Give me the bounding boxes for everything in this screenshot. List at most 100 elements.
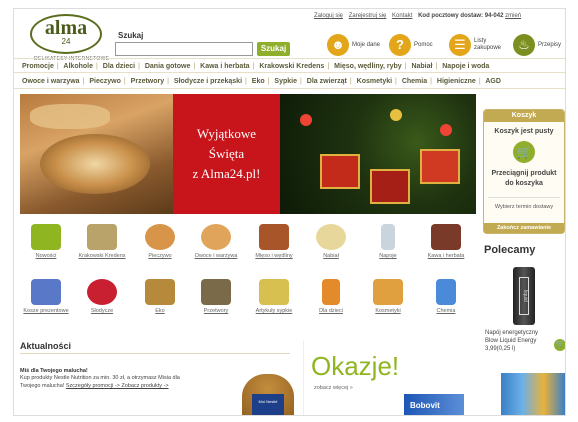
drinks-icon	[381, 224, 395, 250]
product-description[interactable]: Napój energetyczny Blow Liquid Energy 3,…	[485, 329, 538, 353]
help-label: Pomoc	[414, 42, 433, 48]
nav-item[interactable]: Mięso, wędliny, ryby	[334, 63, 402, 70]
cart-title: Koszyk	[484, 110, 564, 122]
cosmetics-icon	[373, 279, 403, 305]
category-nav-2: Owoce i warzywa | Pieczywo | Przetwory | Sł…	[14, 74, 565, 89]
category-tile[interactable]: Kawa i herbata	[420, 224, 472, 259]
recommended-heading: Polecamy	[484, 244, 536, 256]
search-label: Szukaj	[118, 31, 144, 40]
category-tile[interactable]: Kosze prezentowe	[20, 279, 72, 314]
category-tile[interactable]: Przetwory	[190, 279, 242, 314]
nav-item[interactable]: Słodycze i przekąski	[174, 78, 242, 85]
category-tile[interactable]: Pieczywo	[134, 224, 186, 259]
meat-icon	[259, 224, 289, 250]
logo-name: alma	[44, 17, 88, 39]
dairy-icon	[316, 224, 346, 250]
nav-item[interactable]: Kawa i herbata	[200, 63, 249, 70]
nav-item[interactable]: Przetwory	[131, 78, 164, 85]
hero-line-1: Wyjątkowe	[196, 126, 257, 141]
sweets-icon	[87, 279, 117, 305]
nav-item[interactable]: Dania gotowe	[145, 63, 191, 70]
my-data-button[interactable]: ☻ Moje dane	[327, 31, 380, 59]
nav-item[interactable]: Alkohole	[63, 63, 93, 70]
hero-gifts-image	[280, 94, 476, 214]
nav-item[interactable]: Napoje i woda	[442, 63, 489, 70]
cart-drag-line-2: do koszyka	[505, 180, 543, 187]
nav-item[interactable]: Krakowski Kredens	[259, 63, 324, 70]
category-tile[interactable]: Owoce i warzywa	[190, 224, 242, 259]
product-image[interactable]: liquid	[513, 267, 535, 325]
nav-item[interactable]: Dla dzieci	[103, 63, 135, 70]
shopping-lists-label: Listy zakupowe	[474, 38, 502, 51]
category-tile[interactable]: Nabiał	[305, 224, 357, 259]
cart-empty-text: Koszyk jest pusty	[494, 128, 554, 135]
hero-line-3: z Alma24.pl!	[192, 166, 261, 181]
baby-food-icon	[322, 279, 340, 305]
delivery-term-link[interactable]: Wybierz termin dostawy	[488, 197, 560, 210]
hero-banner[interactable]: Wyjątkowe Święta z Alma24.pl!	[20, 94, 476, 214]
nav-item[interactable]: Promocje	[22, 63, 54, 70]
hero-food-image	[20, 94, 173, 214]
category-tile[interactable]: Nowości	[20, 224, 72, 259]
category-tile[interactable]: Chemia	[420, 279, 472, 314]
recipes-button[interactable]: ♨ Przepisy	[513, 31, 561, 59]
nav-item[interactable]: Eko	[252, 78, 265, 85]
search-button[interactable]: Szukaj	[257, 42, 290, 56]
category-tile[interactable]: Napoje	[362, 224, 414, 259]
nav-item[interactable]: Chemia	[402, 78, 427, 85]
logo-num: 24	[61, 37, 71, 46]
register-link[interactable]: Zarejestruj się	[349, 13, 387, 19]
teddy-bear-image: Moi Nestlé	[242, 374, 294, 415]
coffee-icon	[431, 224, 461, 250]
product-image-drinks[interactable]	[501, 373, 565, 415]
deals-heading[interactable]: Okazje!	[311, 351, 399, 382]
preserves-icon	[201, 279, 231, 305]
nav-item[interactable]: Pieczywo	[89, 78, 121, 85]
nav-item[interactable]: Owoce i warzywa	[22, 78, 80, 85]
category-tile[interactable]: Eko	[134, 279, 186, 314]
news-heading: Aktualności	[20, 341, 290, 354]
finish-order-button[interactable]: Zakończ zamawianie	[484, 223, 564, 233]
chemistry-icon	[436, 279, 456, 305]
nav-item[interactable]: Nabiał	[411, 63, 432, 70]
nav-item[interactable]: Kosmetyki	[357, 78, 392, 85]
fruit-icon	[201, 224, 231, 250]
page: alma 24 DELIKATESY INTERNETOWE Szukaj Sz…	[13, 8, 566, 416]
category-tile[interactable]: Kosmetyki	[362, 279, 414, 314]
deal-product-image[interactable]: Bobovit	[404, 394, 464, 415]
nav-item[interactable]: Dla zwierząt	[307, 78, 347, 85]
category-tile[interactable]: Słodycze	[76, 279, 128, 314]
top-links: Zaloguj się Zarejestruj się Kontakt Kod …	[314, 13, 525, 19]
new-icon	[31, 224, 61, 250]
shopping-lists-button[interactable]: ☰ Listy zakupowe	[449, 31, 509, 59]
list-icon: ☰	[449, 34, 471, 56]
news-text: Kup produkty Nestle Nutrition za min. 30…	[20, 375, 180, 389]
category-nav-1: Promocje | Alkohole | Dla dzieci | Dania go…	[14, 58, 565, 73]
bread-icon	[145, 224, 175, 250]
news-link[interactable]: Szczegóły promocji -> Zobacz produkty ->	[66, 383, 169, 389]
category-tile[interactable]: Dla dzieci	[305, 279, 357, 314]
kredens-icon	[87, 224, 117, 250]
search-input[interactable]	[115, 42, 253, 56]
recipes-label: Przepisy	[538, 42, 562, 48]
nav-item[interactable]: AGD	[485, 78, 501, 85]
category-tile[interactable]: Mięso i wędliny	[248, 224, 300, 259]
user-icon: ☻	[327, 34, 349, 56]
login-link[interactable]: Zaloguj się	[314, 13, 343, 19]
contact-link[interactable]: Kontakt	[392, 13, 412, 19]
cart-icon: 🛒	[513, 141, 535, 163]
nav-item[interactable]: Sypkie	[274, 78, 297, 85]
add-to-cart-button[interactable]: 🛒	[554, 339, 565, 351]
category-tile[interactable]: Artykuły sypkie	[248, 279, 300, 314]
postal-code-label: Kod pocztowy dostaw: 94-042	[418, 13, 504, 19]
logo[interactable]: alma 24	[30, 14, 102, 54]
grains-icon	[259, 279, 289, 305]
see-more-link[interactable]: zobacz więcej »	[314, 385, 353, 391]
help-button[interactable]: ? Pomoc	[389, 31, 433, 59]
help-icon: ?	[389, 34, 411, 56]
cart-panel: Koszyk Koszyk jest pusty 🛒 Przeciągnij p…	[483, 109, 565, 234]
category-tile[interactable]: Krakowski Kredens	[76, 224, 128, 259]
nav-item[interactable]: Higieniczne	[437, 78, 476, 85]
gift-basket-icon	[31, 279, 61, 305]
change-postal-link[interactable]: zmień	[505, 13, 521, 19]
